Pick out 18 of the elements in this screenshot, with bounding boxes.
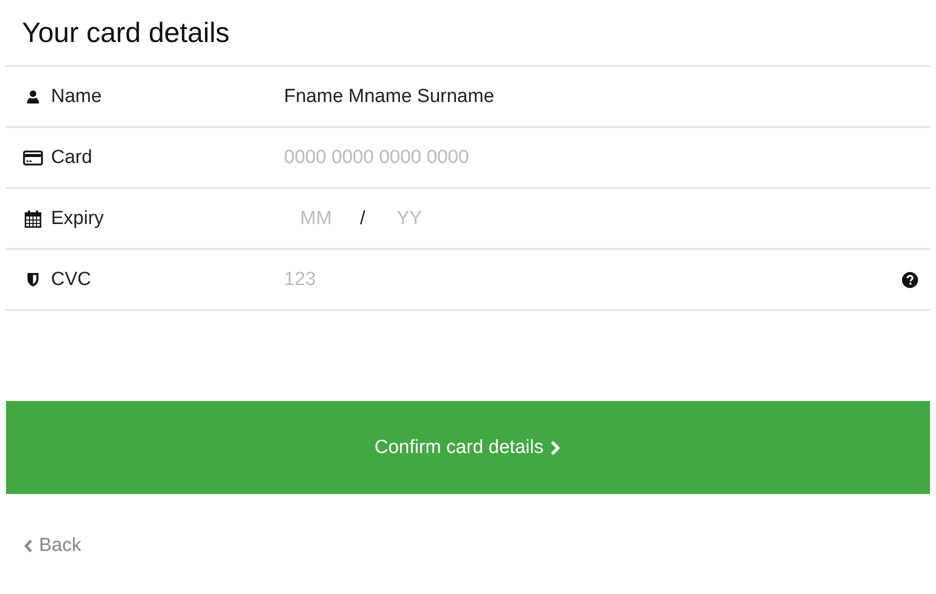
field-label: Name bbox=[51, 86, 102, 108]
confirm-button[interactable]: Confirm card details bbox=[6, 401, 930, 494]
chevron-left-icon bbox=[23, 539, 33, 553]
field-label: Expiry bbox=[51, 208, 104, 230]
card-number-field[interactable]: 0000 0000 0000 0000 bbox=[284, 146, 584, 168]
date-separator: / bbox=[360, 208, 366, 230]
name-field[interactable]: Fname Mname Surname bbox=[284, 86, 584, 108]
cvc-field[interactable]: 123 bbox=[284, 268, 584, 290]
help-icon[interactable] bbox=[902, 272, 918, 288]
credit-card-icon bbox=[23, 150, 43, 166]
chevron-right-icon bbox=[549, 440, 562, 456]
page-title: Your card details bbox=[21, 16, 231, 50]
calendar-icon bbox=[23, 210, 43, 228]
field-label: Card bbox=[51, 146, 92, 168]
year-field[interactable]: YY bbox=[389, 208, 430, 230]
back-link[interactable]: Back bbox=[23, 535, 82, 557]
month-field[interactable]: MM bbox=[296, 208, 336, 230]
field-label: CVC bbox=[51, 268, 92, 290]
